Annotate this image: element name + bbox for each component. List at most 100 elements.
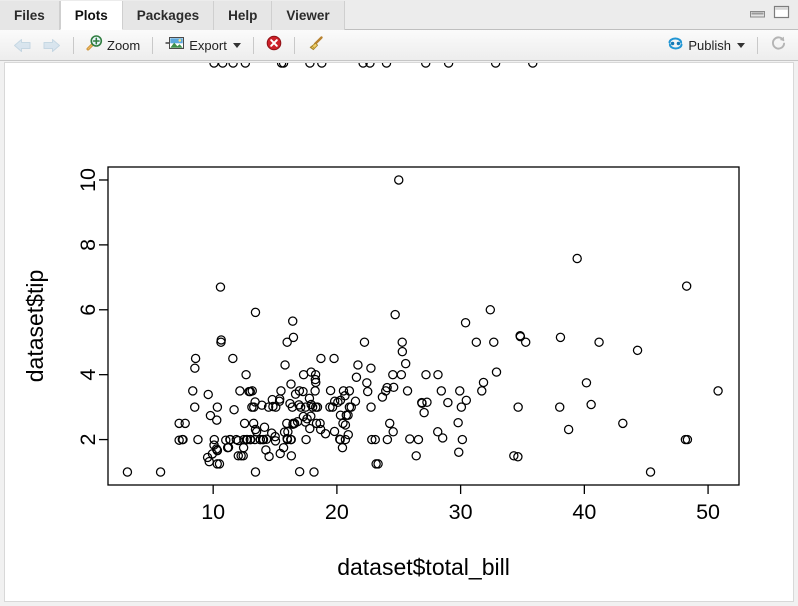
data-point [388, 427, 398, 437]
toolbar-left-group: Zoom Export [8, 30, 330, 61]
toolbar-separator-2 [152, 37, 154, 54]
data-point [316, 353, 326, 364]
data-point [249, 402, 259, 412]
data-point [235, 386, 245, 396]
data-point [563, 424, 574, 435]
x-tick-label: 30 [449, 500, 473, 524]
data-point [478, 377, 489, 388]
data-point [366, 363, 376, 373]
data-point [513, 402, 523, 412]
data-point [456, 402, 467, 412]
data-point [581, 378, 592, 388]
zoom-button[interactable]: Zoom [81, 35, 145, 57]
tab-files[interactable]: Files [0, 1, 60, 30]
data-point [618, 418, 628, 429]
export-image-icon [165, 35, 185, 56]
data-point [250, 467, 261, 477]
data-point [394, 175, 404, 185]
remove-circle-icon [266, 35, 282, 56]
data-point [239, 418, 250, 429]
data-point [491, 367, 502, 377]
y-tick-label: 2 [76, 434, 100, 446]
data-point [287, 316, 298, 326]
data-point [215, 282, 226, 292]
magnifier-plus-icon [86, 35, 103, 56]
data-point [433, 427, 443, 437]
refresh-plot-button[interactable] [765, 35, 792, 57]
data-point [228, 63, 238, 68]
data-point [350, 396, 361, 407]
data-point [209, 63, 219, 68]
publish-button[interactable]: Publish [662, 35, 750, 57]
publish-icon [667, 36, 684, 56]
data-point [286, 451, 297, 461]
clear-all-plots-button[interactable] [302, 35, 330, 57]
data-point [366, 402, 376, 412]
arrow-right-icon [42, 38, 61, 53]
data-point [229, 404, 239, 415]
data-point [632, 345, 643, 356]
publish-chevron-down-icon[interactable] [737, 43, 745, 48]
data-point [455, 386, 465, 396]
data-point [351, 372, 362, 382]
data-point [353, 360, 363, 370]
data-point [343, 429, 353, 440]
data-point [359, 337, 370, 347]
next-plot-button[interactable] [37, 35, 66, 57]
tab-plots[interactable]: Plots [59, 1, 123, 30]
data-point [411, 451, 421, 461]
plot-canvas: 10 20 30 40 50 dataset$total_bill 2 4 6 8 10 datase… [4, 62, 794, 602]
minimize-pane-button[interactable] [749, 5, 766, 20]
data-point [402, 386, 413, 396]
data-point [217, 63, 228, 68]
data-point [276, 63, 287, 68]
data-point [422, 397, 432, 407]
zoom-button-label: Zoom [107, 38, 141, 53]
data-point [205, 410, 216, 421]
tab-viewer-label: Viewer [286, 8, 330, 23]
toolbar-right-group: Publish [662, 30, 792, 61]
x-tick-label: 50 [696, 500, 720, 524]
remove-plot-button[interactable] [261, 35, 287, 57]
y-tick-label: 10 [76, 168, 100, 192]
data-point [381, 63, 392, 68]
data-point [190, 363, 200, 373]
data-point [397, 337, 407, 347]
data-point [384, 418, 395, 429]
x-tick-label: 10 [201, 500, 225, 524]
data-point [190, 402, 200, 412]
toolbar-separator-5 [757, 37, 758, 54]
data-point [490, 63, 501, 68]
data-point [390, 309, 400, 320]
data-point [453, 417, 463, 428]
data-point [396, 369, 407, 380]
data-point [454, 447, 464, 457]
x-tick-label: 40 [572, 500, 596, 524]
data-point [388, 369, 398, 380]
maximize-pane-button[interactable] [773, 5, 790, 20]
data-point [238, 442, 249, 453]
data-point [382, 434, 393, 445]
data-point [555, 332, 566, 343]
data-point [421, 63, 431, 68]
data-point [713, 386, 723, 396]
data-point [298, 369, 309, 380]
data-point [155, 467, 166, 477]
tab-viewer[interactable]: Viewer [272, 1, 345, 30]
y-tick-label: 8 [76, 239, 100, 251]
previous-plot-button[interactable] [8, 35, 37, 57]
tab-help[interactable]: Help [214, 1, 273, 30]
data-point [286, 379, 296, 389]
data-point [240, 63, 251, 68]
data-point [397, 346, 408, 357]
plot-frame [107, 166, 740, 486]
data-point [190, 353, 201, 364]
chevron-down-icon[interactable] [232, 43, 241, 48]
tab-packages[interactable]: Packages [122, 1, 215, 30]
data-point [280, 360, 290, 370]
data-point [471, 337, 482, 347]
data-point [282, 337, 292, 347]
export-button[interactable]: Export [160, 35, 246, 57]
data-point [309, 467, 319, 477]
data-point [264, 451, 274, 462]
